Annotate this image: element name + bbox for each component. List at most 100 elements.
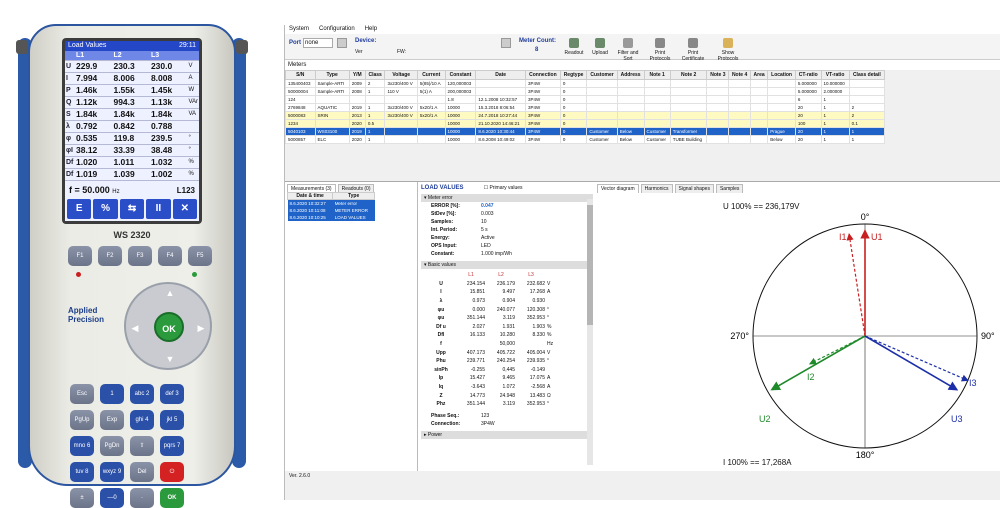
meter-row[interactable]: 50000004 Sample-ARTI 2008 1 110 V 5(1) A 200,0…	[285, 87, 886, 96]
menu-system[interactable]: System	[289, 25, 309, 34]
meters-column-header[interactable]: Class	[364, 70, 386, 80]
basic-values-row: Iq -3.643 1.072 -2.568 A	[427, 383, 577, 392]
meter-row[interactable]: 5000857 ELC 2020 1 10000 8.6.2008 10:49:02 3P4…	[285, 135, 886, 144]
load-values-scrollbar[interactable]	[587, 199, 593, 465]
connection-value: 3P4W	[481, 420, 495, 427]
basic-values-cell: λ	[439, 298, 443, 305]
meters-column-header[interactable]: Constant	[444, 70, 477, 80]
refresh-button[interactable]	[501, 38, 511, 48]
meter-cell	[749, 95, 769, 104]
meters-column-header[interactable]: Note 1	[643, 70, 671, 80]
lcd-cell: 1.55k	[112, 84, 150, 97]
meters-column-header[interactable]: Area	[749, 70, 769, 80]
meter-cell: 1	[364, 103, 386, 112]
show-protocols-button[interactable]: Show Protocols	[713, 38, 743, 62]
lcd-cell: 229.9	[75, 60, 113, 73]
meters-column-header[interactable]: VT-ratio	[820, 70, 850, 80]
basic-values-cell: I	[440, 289, 442, 296]
meters-column-header[interactable]: Current	[416, 70, 446, 80]
connect-button[interactable]	[337, 38, 347, 48]
meter-cell: 0	[559, 79, 588, 88]
meter-cell: Below	[616, 127, 645, 136]
print-certificate-button[interactable]: Print Certificate	[677, 38, 709, 62]
meter-row[interactable]: 5000083 SRIN 2013 1 3x230/400 V 5x20/1 A 10000…	[285, 111, 886, 120]
port-select[interactable]: none	[303, 38, 333, 48]
meter-row[interactable]: 5040103 WS03100 2019 1 10000 8.6.2020 10:30:4…	[285, 127, 886, 136]
meters-column-header[interactable]: Location	[767, 70, 796, 80]
keypad-key: wxyz 9	[100, 462, 124, 482]
f4-key: F4	[158, 246, 182, 266]
phasor-u2	[770, 335, 866, 391]
meter-cell: Transformer	[669, 127, 708, 136]
meter-row[interactable]: 2769848 AQUATIC 2019 1 3x230/400 V 5x20/1 A 10…	[285, 103, 886, 112]
meters-column-header[interactable]: Regtype	[559, 70, 588, 80]
measurement-row[interactable]: 8.6.2020 10:32:27 Meter error	[287, 199, 375, 207]
lcd-header-cell	[65, 51, 75, 61]
meter-cell: 5000083	[285, 111, 316, 120]
readout-button[interactable]: Readout	[561, 38, 587, 56]
lcd-row: φI 38.12 33.39 38.48 °	[65, 144, 199, 157]
keypad-key: Exp	[100, 410, 124, 430]
meters-column-header[interactable]: Type	[314, 70, 350, 80]
meter-cell: 20	[794, 103, 822, 112]
lcd-cell: 0.792	[75, 120, 113, 133]
meter-cell: TUBE Building	[669, 135, 708, 144]
lcd-row: S 1.84k 1.84k 1.84k VA	[65, 108, 199, 121]
meter-row[interactable]: 124 1.8 12.1.2008 10:32:57 3P4W 0 6 1	[285, 95, 886, 104]
meters-column-header[interactable]: Note 2	[669, 70, 708, 80]
meters-column-header[interactable]: Address	[616, 70, 645, 80]
meter-cell: 2769848	[285, 103, 316, 112]
filter-sort-button[interactable]: Filter and Sort	[615, 38, 641, 62]
meter-row[interactable]: 135400403 Sample-ARTI 2009 2 3x230/400 V 5(85…	[285, 79, 886, 88]
meter-cell: 5000857	[285, 135, 316, 144]
print-protocols-button[interactable]: Print Protocols	[645, 38, 675, 62]
lcd-cell: VA	[187, 108, 199, 121]
strap-clip-left	[16, 40, 28, 54]
lcd-cell: I	[65, 72, 75, 85]
splitter[interactable]	[417, 182, 418, 472]
basic-values-cell: -0.149	[530, 366, 545, 373]
meters-column-header[interactable]: Class detail	[848, 70, 886, 80]
lcd-row: Df 1.019 1.039 1.002%	[65, 168, 199, 181]
basic-values-cell: Hz	[547, 341, 554, 348]
meters-column-header[interactable]: Date	[475, 70, 526, 80]
meter-cell	[767, 79, 796, 88]
meter-row[interactable]: 1234 2020 0.5 10000 21.10.2020 14:46:21 3P4W 0…	[285, 119, 886, 128]
meters-column-header[interactable]: Note 4	[728, 70, 751, 80]
lcd-cell: 1.84k	[75, 108, 113, 121]
measurements-column-header[interactable]: Type	[332, 192, 375, 200]
i2-label: I2	[807, 372, 815, 382]
meter-cell	[706, 111, 730, 120]
primary-values-checkbox[interactable]: ☐ Primary values	[484, 185, 523, 191]
measurement-row[interactable]: 8.6.2020 10:10:25 LOAD VALUES	[287, 213, 375, 221]
lcd-header-row: L1 L2 L3	[65, 51, 199, 61]
basic-values-cell: 240.254	[496, 358, 515, 365]
basic-values-cell: Upp	[436, 349, 446, 356]
meters-column-header[interactable]: S/N	[285, 70, 316, 80]
basic-header-cell: L1	[468, 272, 474, 279]
menu-help[interactable]: Help	[365, 25, 377, 34]
meters-column-header[interactable]: Y/M	[348, 70, 366, 80]
measurement-row[interactable]: 8.6.2020 10:11:08 METER ERROR	[287, 206, 375, 214]
meters-column-header[interactable]: Connection	[524, 70, 561, 80]
power-header[interactable]: ▸ Power	[421, 430, 593, 439]
meters-column-header[interactable]: CT-ratio	[794, 70, 822, 80]
status-led-green	[192, 272, 197, 277]
basic-values-cell: °	[547, 315, 549, 322]
angle-0-label: 0°	[861, 212, 870, 222]
meter-cell	[767, 111, 796, 120]
measurements-column-header[interactable]: Date & time	[286, 192, 334, 200]
meters-column-header[interactable]: Note 3	[706, 70, 730, 80]
meters-column-header[interactable]: Customer	[586, 70, 618, 80]
basic-values-header[interactable]: ▾ Basic values	[421, 261, 593, 269]
meter-cell: 1	[364, 111, 386, 120]
meter-cell: 5.000000	[794, 79, 822, 88]
lcd-cell: VAr	[187, 96, 199, 109]
lcd-cell: 1.84k	[149, 108, 188, 121]
menu-configuration[interactable]: Configuration	[319, 25, 355, 34]
lcd-row: P 1.46k 1.55k 1.45k W	[65, 84, 199, 97]
measurement-cell: METER ERROR	[332, 206, 375, 214]
meters-column-header[interactable]: Voltage	[384, 70, 418, 80]
meter-error-header[interactable]: ▾ Meter error	[421, 194, 593, 202]
upload-button[interactable]: Upload	[587, 38, 613, 56]
